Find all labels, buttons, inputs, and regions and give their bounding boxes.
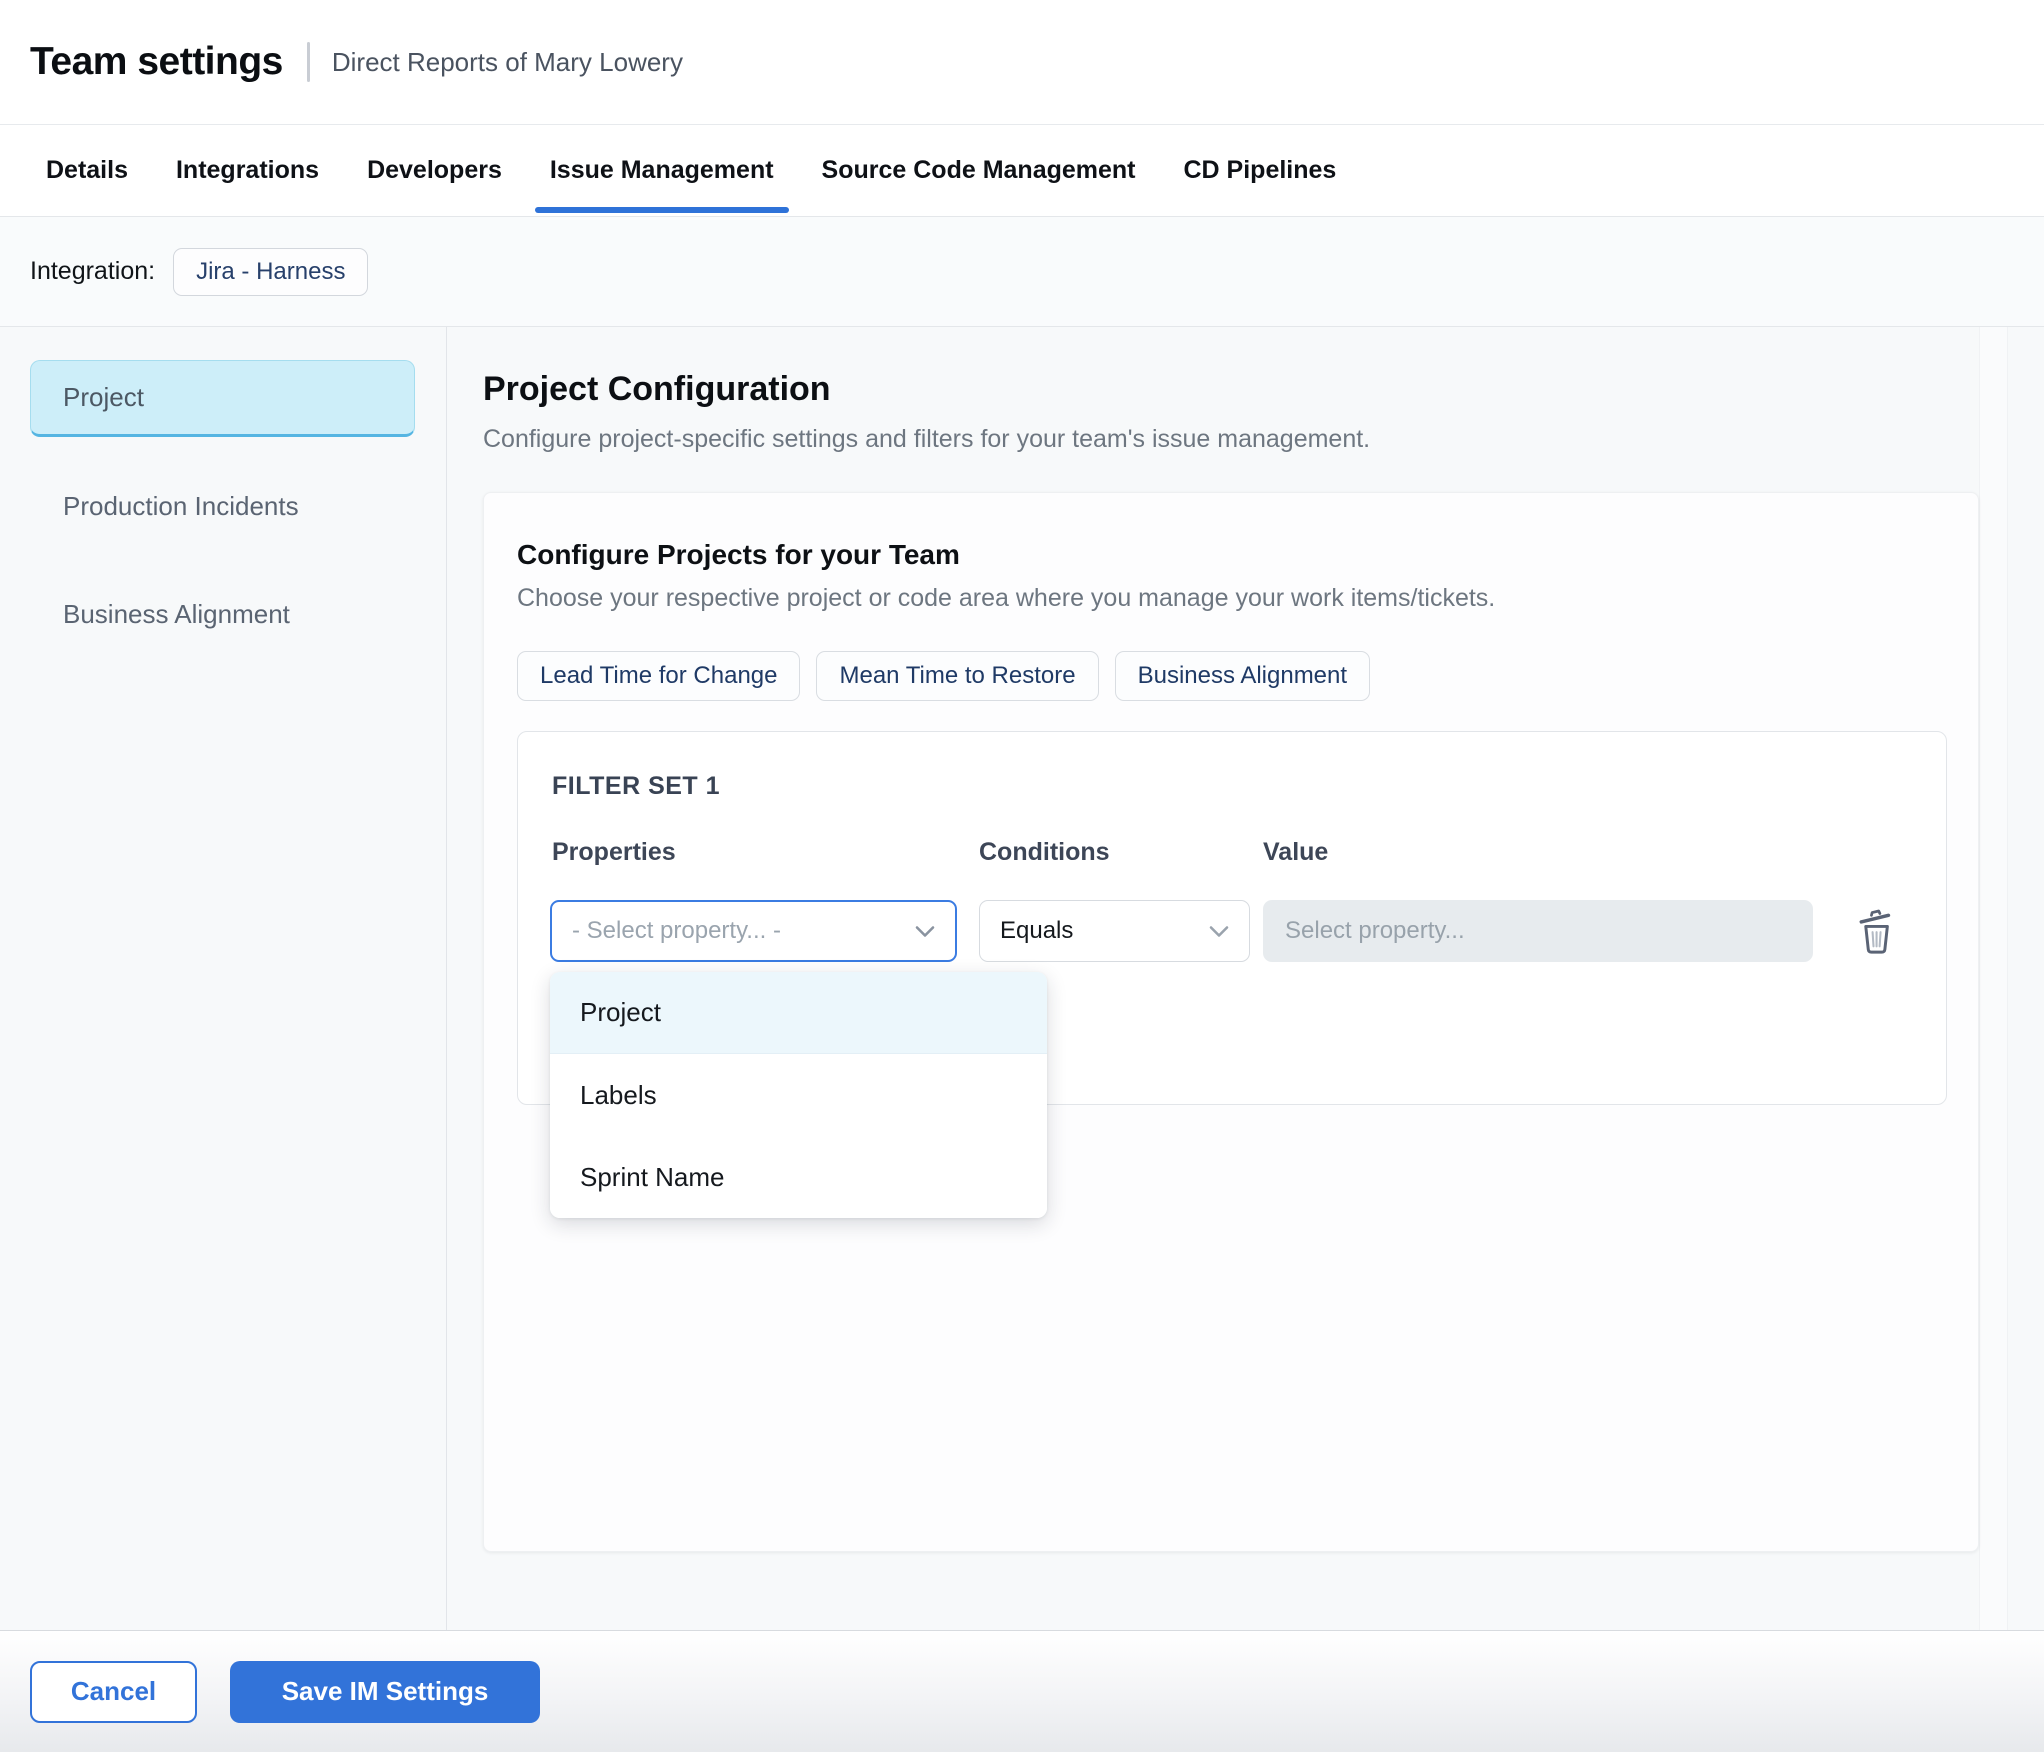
tab-cd-pipelines[interactable]: CD Pipelines [1169, 125, 1352, 216]
footer-bar: Cancel Save IM Settings [0, 1630, 2044, 1752]
section-title: Project Configuration [483, 370, 831, 408]
conditions-column-label: Conditions [979, 838, 1110, 866]
chip-mean-time-to-restore[interactable]: Mean Time to Restore [816, 651, 1099, 701]
chip-business-alignment[interactable]: Business Alignment [1114, 651, 1371, 701]
projects-card-title: Configure Projects for your Team [517, 539, 960, 570]
trash-icon [1853, 909, 1899, 959]
sidebar-item-business-alignment[interactable]: Business Alignment [30, 576, 415, 653]
metric-chips: Lead Time for Change Mean Time to Restor… [517, 651, 1945, 701]
scrollbar-track[interactable] [1979, 327, 2008, 1630]
chevron-down-icon [915, 917, 935, 945]
filter-set-title: FILTER SET 1 [552, 772, 721, 800]
page-subtitle: Direct Reports of Mary Lowery [331, 46, 683, 77]
content-area: Project Production Incidents Business Al… [0, 327, 2044, 1630]
properties-column-label: Properties [552, 838, 676, 866]
projects-card: Configure Projects for your Team Choose … [483, 492, 1979, 1552]
projects-card-subtitle: Choose your respective project or code a… [517, 584, 1496, 612]
integration-chip[interactable]: Jira - Harness [173, 247, 369, 296]
tab-details[interactable]: Details [31, 125, 143, 216]
filter-set-card: FILTER SET 1 Properties Conditions Value… [517, 731, 1947, 1218]
dropdown-option-labels[interactable]: Labels [550, 1054, 1047, 1136]
main-panel: Project Configuration Configure project-… [447, 327, 2044, 1630]
chip-lead-time-for-change[interactable]: Lead Time for Change [517, 651, 801, 701]
value-column-label: Value [1263, 838, 1329, 866]
chevron-down-icon [1209, 917, 1229, 945]
conditions-select[interactable]: Equals [979, 900, 1250, 962]
delete-filter-button[interactable] [1851, 906, 1901, 958]
cancel-button[interactable]: Cancel [30, 1660, 197, 1723]
tab-issue-management[interactable]: Issue Management [534, 125, 789, 216]
dropdown-option-sprint-name[interactable]: Sprint Name [550, 1136, 1047, 1218]
page-header: Team settings Direct Reports of Mary Low… [0, 0, 2044, 125]
tab-integrations[interactable]: Integrations [161, 125, 334, 216]
properties-select-placeholder: - Select property... - [572, 917, 781, 944]
conditions-select-value: Equals [1000, 917, 1074, 944]
sidebar-item-project[interactable]: Project [30, 360, 415, 437]
tab-bar: Details Integrations Developers Issue Ma… [0, 125, 2044, 217]
property-dropdown: Project Labels Sprint Name [550, 972, 1047, 1218]
integration-bar: Integration: Jira - Harness [0, 217, 2044, 327]
sidebar-item-production-incidents[interactable]: Production Incidents [30, 468, 415, 545]
team-settings-page: Team settings Direct Reports of Mary Low… [0, 0, 2044, 1752]
value-input[interactable] [1263, 900, 1813, 962]
section-subtitle: Configure project-specific settings and … [483, 425, 1371, 453]
dropdown-option-project[interactable]: Project [550, 972, 1047, 1054]
integration-label: Integration: [30, 257, 156, 285]
sidebar: Project Production Incidents Business Al… [0, 327, 447, 1630]
tab-source-code-management[interactable]: Source Code Management [807, 125, 1151, 216]
save-im-settings-button[interactable]: Save IM Settings [230, 1660, 540, 1723]
title-divider [306, 42, 310, 82]
tab-developers[interactable]: Developers [352, 125, 517, 216]
properties-select[interactable]: - Select property... - [550, 900, 957, 962]
page-title: Team settings [30, 40, 283, 83]
